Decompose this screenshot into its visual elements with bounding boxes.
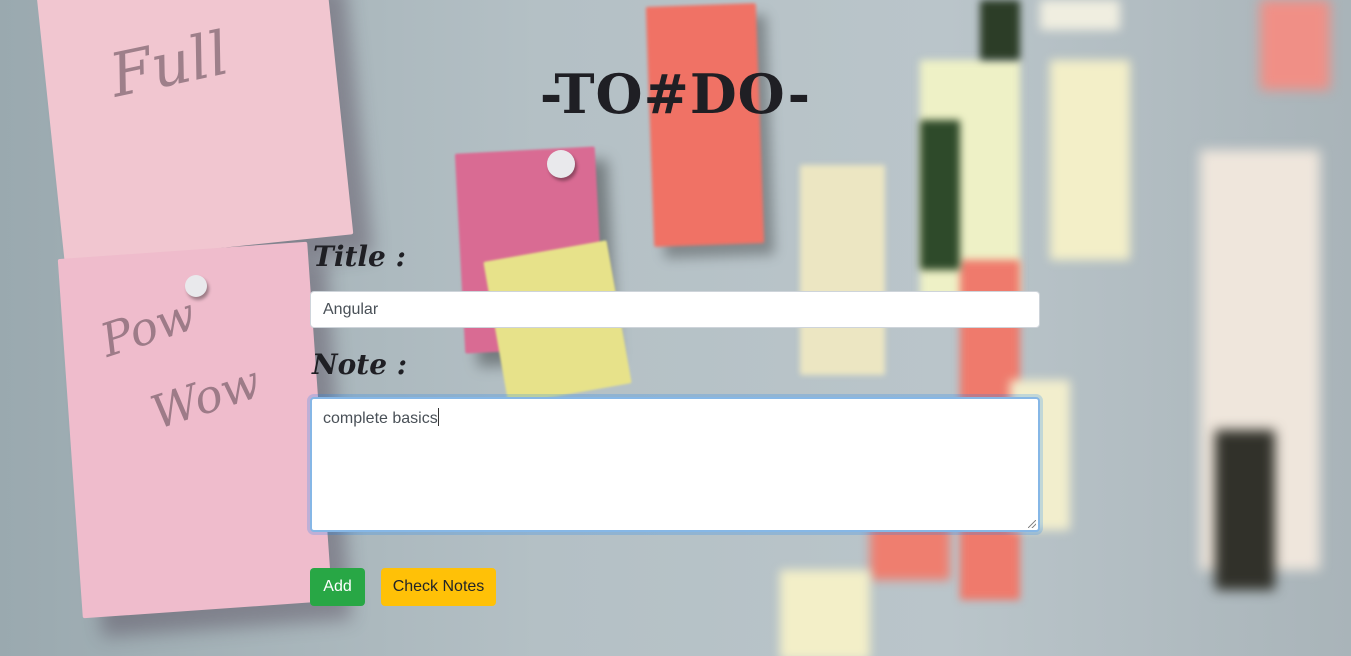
sticky-note [800,165,885,375]
push-pin-icon [185,275,207,297]
title-input-value: Angular [323,301,379,318]
note-label: Note : [312,348,408,381]
note-textarea[interactable]: complete basics [310,397,1040,532]
sticky-note [920,120,960,270]
sticky-note [980,0,1020,60]
title-label: Title : [313,240,406,273]
sticky-note [1215,430,1275,590]
sticky-note [780,570,870,656]
note-textarea-value: complete basics [323,410,438,427]
sticky-note [57,241,333,619]
push-pin-icon [547,150,575,178]
sticky-note [1040,0,1120,30]
title-input[interactable]: Angular [310,291,1040,328]
add-button[interactable]: Add [310,568,365,606]
text-caret [437,408,439,426]
check-notes-button[interactable]: Check Notes [381,568,496,606]
app-heading: -TO#DO- [539,62,812,126]
resize-handle-icon[interactable] [1028,520,1036,528]
